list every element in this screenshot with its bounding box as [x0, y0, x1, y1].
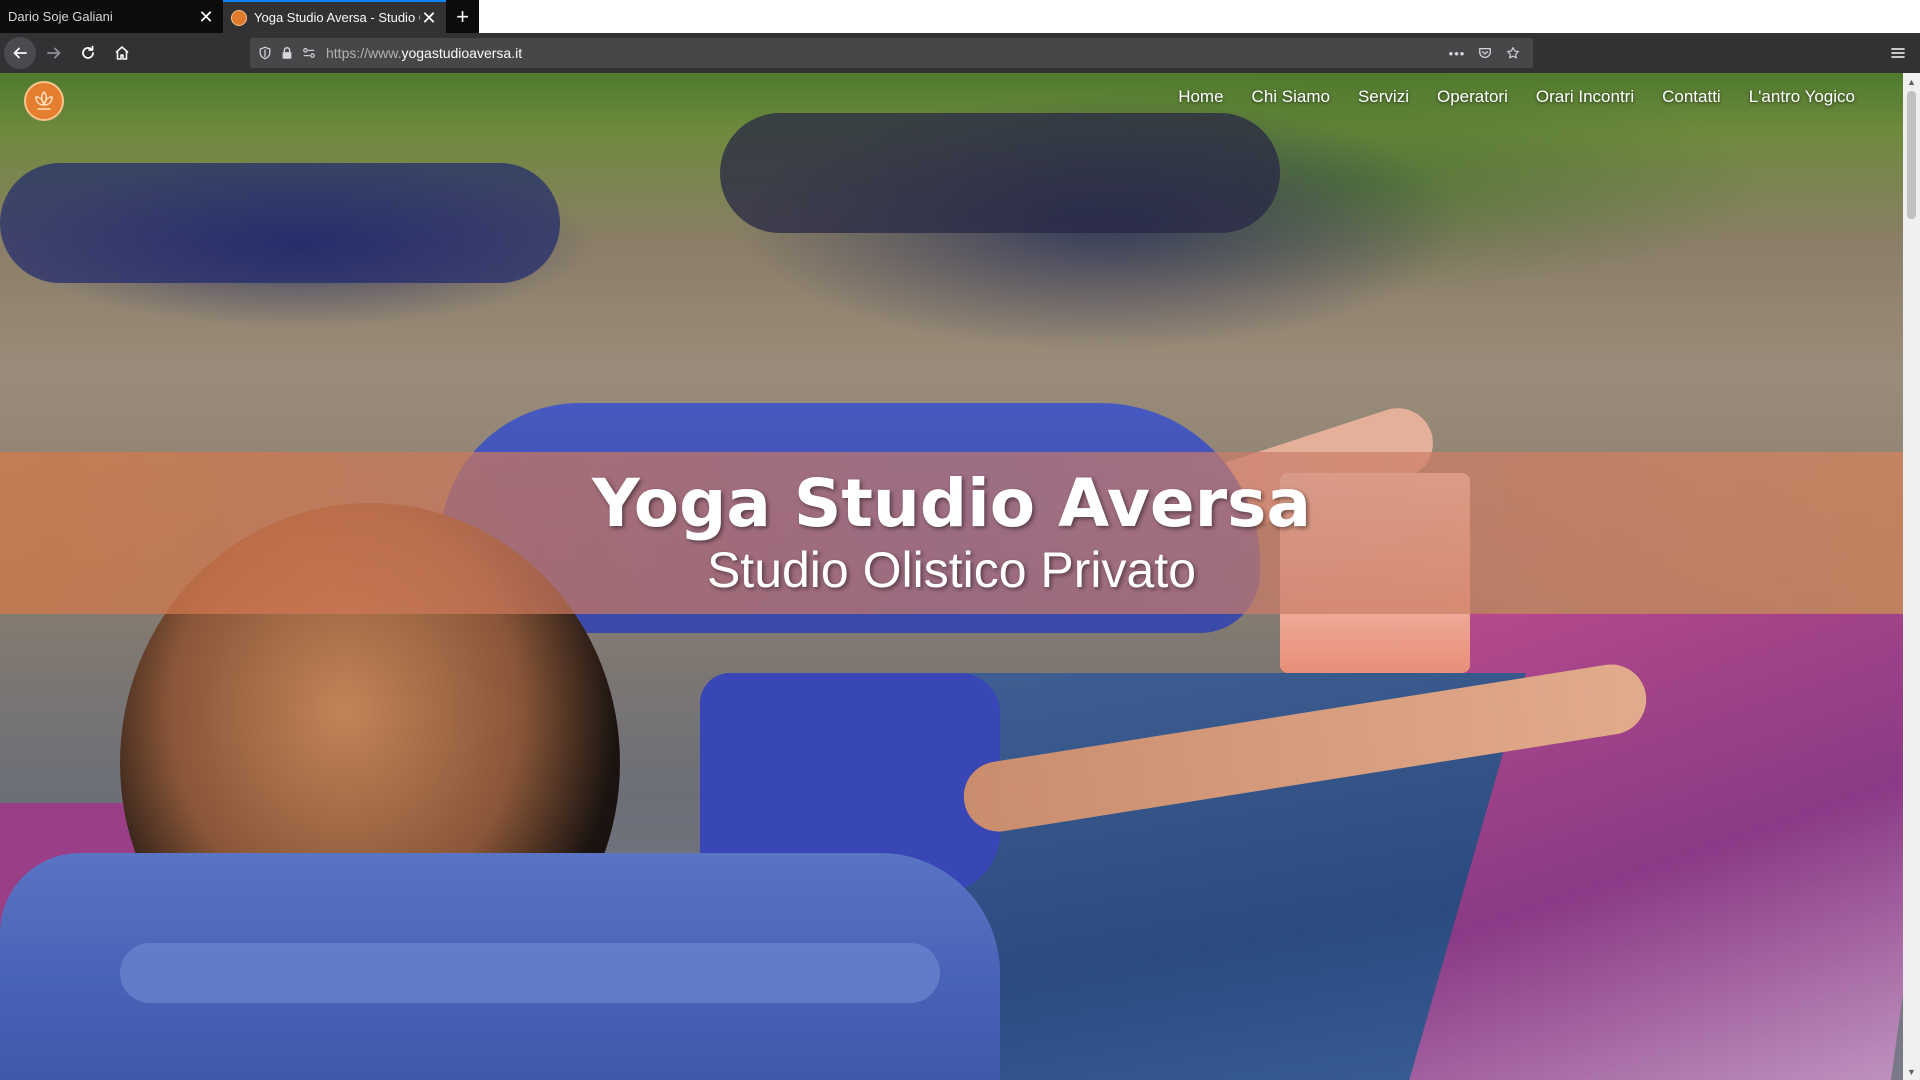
towel-fold-shape: [120, 943, 940, 1003]
site-navigation: Home Chi Siamo Servizi Operatori Orari I…: [1150, 87, 1855, 107]
url-text[interactable]: https://www.yogastudioaversa.it: [326, 45, 1443, 61]
hero-title: Yoga Studio Aversa: [592, 465, 1311, 542]
tab-title: Dario Soje Galiani: [8, 9, 113, 24]
back-button[interactable]: [4, 37, 36, 69]
hamburger-menu-icon: [1891, 48, 1905, 58]
nav-link-servizi[interactable]: Servizi: [1358, 87, 1409, 107]
close-tab-icon[interactable]: ✕: [197, 8, 215, 26]
nav-link-chi-siamo[interactable]: Chi Siamo: [1252, 87, 1330, 107]
page-viewport: Yoga Studio Aversa Studio Olistico Priva…: [0, 73, 1920, 1080]
nav-link-home[interactable]: Home: [1178, 87, 1223, 107]
tab-title: Yoga Studio Aversa - Studio Olistico Pri…: [254, 10, 420, 25]
tracking-protection-button[interactable]: [254, 38, 276, 68]
permissions-icon: [303, 48, 315, 58]
hero-banner: Yoga Studio Aversa Studio Olistico Priva…: [0, 452, 1903, 614]
close-tab-icon[interactable]: ✕: [420, 9, 438, 27]
bookmark-star-icon: [1507, 47, 1519, 59]
tab-strip: Dario Soje Galiani ✕ Yoga Studio Aversa …: [0, 0, 1920, 33]
nav-link-lantro-yogico[interactable]: L'antro Yogico: [1749, 87, 1855, 107]
app-menu-button[interactable]: [1882, 37, 1914, 69]
url-prefix: https://www.: [326, 45, 402, 61]
lotus-logo-icon: [35, 90, 53, 110]
site-favicon-icon: [231, 9, 247, 26]
tab-dario-soje-galiani[interactable]: Dario Soje Galiani ✕: [0, 0, 223, 33]
url-domain: yogastudioaversa.it: [401, 45, 523, 61]
page-actions-button[interactable]: •••: [1443, 38, 1471, 68]
lock-icon: [282, 47, 292, 59]
reload-button[interactable]: [72, 37, 104, 69]
background-person-shape: [720, 113, 1280, 233]
home-button[interactable]: [106, 37, 138, 69]
hero-subtitle: Studio Olistico Privato: [706, 542, 1197, 598]
site-logo[interactable]: [24, 81, 64, 121]
back-arrow-icon: [13, 47, 27, 59]
url-bar[interactable]: https://www.yogastudioaversa.it •••: [250, 38, 1533, 68]
reload-icon: [82, 45, 94, 59]
nav-link-orari-incontri[interactable]: Orari Incontri: [1536, 87, 1634, 107]
site-identity-button[interactable]: [276, 38, 298, 68]
scroll-up-arrow-icon[interactable]: ▲: [1903, 73, 1920, 90]
tab-yoga-studio-aversa[interactable]: Yoga Studio Aversa - Studio Olistico Pri…: [223, 0, 446, 33]
forward-button[interactable]: [38, 37, 70, 69]
shield-icon: [259, 46, 271, 60]
nav-link-contatti[interactable]: Contatti: [1662, 87, 1721, 107]
background-person-shape: [0, 163, 560, 283]
forward-arrow-icon: [47, 47, 61, 59]
bookmark-button[interactable]: [1499, 38, 1527, 68]
page-scrollbar[interactable]: ▲ ▼: [1903, 73, 1920, 1080]
home-icon: [115, 46, 129, 60]
nav-link-operatori[interactable]: Operatori: [1437, 87, 1508, 107]
scroll-down-arrow-icon[interactable]: ▼: [1903, 1063, 1920, 1080]
scrollbar-thumb[interactable]: [1907, 91, 1916, 219]
page-actions-icon: •••: [1448, 45, 1466, 61]
url-bar-actions: •••: [1443, 38, 1527, 68]
pocket-icon: [1479, 47, 1491, 58]
permissions-button[interactable]: [298, 38, 320, 68]
tab-strip-empty: [479, 0, 1920, 33]
new-tab-button[interactable]: +: [446, 0, 479, 33]
hero-background-image: Yoga Studio Aversa Studio Olistico Priva…: [0, 73, 1903, 1080]
navigation-toolbar: https://www.yogastudioaversa.it •••: [0, 33, 1920, 73]
pocket-button[interactable]: [1471, 38, 1499, 68]
